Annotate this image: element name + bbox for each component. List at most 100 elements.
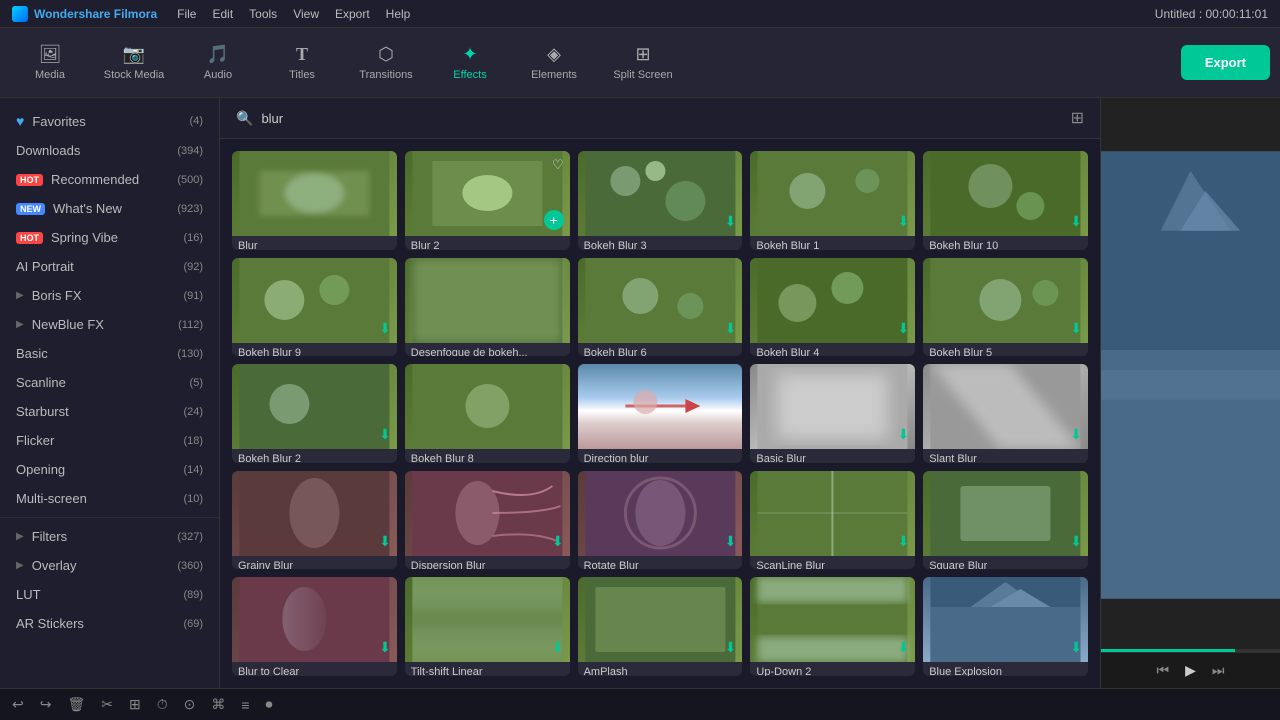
sidebar-item-starburst[interactable]: Starburst (24) bbox=[0, 397, 219, 426]
effect-amplash[interactable]: ⬇ AmPlash bbox=[578, 577, 743, 676]
crop-button[interactable]: ⊞ bbox=[129, 696, 141, 713]
effect-bokeh6[interactable]: ⬇ Bokeh Blur 6 bbox=[578, 258, 743, 357]
menu-export[interactable]: Export bbox=[335, 7, 370, 21]
download-icon-9[interactable]: ⬇ bbox=[897, 426, 909, 443]
sidebar-item-whats-new[interactable]: NEW What's New (923) bbox=[0, 194, 219, 223]
cut-button[interactable]: ✂ bbox=[101, 696, 113, 713]
effect-rotate-blur[interactable]: ⬇ Rotate Blur bbox=[578, 471, 743, 570]
effect-square-name: Square Blur bbox=[923, 556, 1088, 570]
effect-direction-blur[interactable]: Direction blur bbox=[578, 364, 743, 463]
audio-mix-button[interactable]: ≡ bbox=[241, 697, 249, 713]
preview-rewind-button[interactable]: ⏮ bbox=[1157, 662, 1170, 679]
add-icon[interactable]: + bbox=[544, 210, 564, 230]
effect-square-blur[interactable]: ⬇ Square Blur bbox=[923, 471, 1088, 570]
timer-button[interactable]: ⏱ bbox=[157, 696, 168, 713]
nav-transitions[interactable]: ⬡ Transitions bbox=[346, 33, 426, 93]
effect-bokeh10[interactable]: ⬇ Bokeh Blur 10 bbox=[923, 151, 1088, 250]
effect-grainy[interactable]: ⬇ Grainy Blur bbox=[232, 471, 397, 570]
sidebar-item-flicker[interactable]: Flicker (18) bbox=[0, 426, 219, 455]
menu-view[interactable]: View bbox=[293, 7, 319, 21]
sidebar-item-overlay[interactable]: ▶ Overlay (360) bbox=[0, 551, 219, 580]
download-icon-14[interactable]: ⬇ bbox=[897, 533, 909, 550]
record-button[interactable]: ⏺ bbox=[266, 696, 273, 713]
download-icon-2[interactable]: ⬇ bbox=[897, 213, 909, 230]
effect-basic-blur[interactable]: ⬇ Basic Blur bbox=[750, 364, 915, 463]
sidebar-item-recommended[interactable]: HOT Recommended (500) bbox=[0, 165, 219, 194]
download-icon-11[interactable]: ⬇ bbox=[379, 533, 391, 550]
nav-media[interactable]: 🖼 Media bbox=[10, 33, 90, 93]
effect-bokeh4[interactable]: ⬇ Bokeh Blur 4 bbox=[750, 258, 915, 357]
sidebar-item-boris-fx[interactable]: ▶ Boris FX (91) bbox=[0, 281, 219, 310]
effect-bokeh8[interactable]: Bokeh Blur 8 bbox=[405, 364, 570, 463]
effect-bokeh2[interactable]: ⬇ Bokeh Blur 2 bbox=[232, 364, 397, 463]
effect-bokeh1[interactable]: ⬇ Bokeh Blur 1 bbox=[750, 151, 915, 250]
download-icon-12[interactable]: ⬇ bbox=[552, 533, 564, 550]
effect-scanline-blur[interactable]: ⬇ ScanLine Blur bbox=[750, 471, 915, 570]
download-icon[interactable]: ⬇ bbox=[725, 213, 737, 230]
nav-audio[interactable]: 🎵 Audio bbox=[178, 33, 258, 93]
zoom-button[interactable]: ⊙ bbox=[184, 696, 196, 713]
effect-blur2[interactable]: ♡ + Blur 2 bbox=[405, 151, 570, 250]
sidebar-item-newblue-fx[interactable]: ▶ NewBlue FX (112) bbox=[0, 310, 219, 339]
menu-file[interactable]: File bbox=[177, 7, 196, 21]
effect-bokeh3[interactable]: ⬇ Bokeh Blur 3 bbox=[578, 151, 743, 250]
sidebar-item-filters[interactable]: ▶ Filters (327) bbox=[0, 522, 219, 551]
preview-play-button[interactable]: ▶ bbox=[1185, 662, 1196, 679]
sidebar-item-multi-screen[interactable]: Multi-screen (10) bbox=[0, 484, 219, 513]
download-icon-5[interactable]: ⬇ bbox=[725, 320, 737, 337]
delete-button[interactable]: 🗑 bbox=[67, 696, 85, 713]
media-icon: 🖼 bbox=[39, 44, 62, 65]
nav-elements[interactable]: ◈ Elements bbox=[514, 33, 594, 93]
sidebar-item-scanline[interactable]: Scanline (5) bbox=[0, 368, 219, 397]
download-icon-20[interactable]: ⬇ bbox=[1070, 639, 1082, 656]
download-icon-16[interactable]: ⬇ bbox=[379, 639, 391, 656]
menu-edit[interactable]: Edit bbox=[212, 7, 233, 21]
nav-stock[interactable]: 📷 Stock Media bbox=[94, 33, 174, 93]
export-button[interactable]: Export bbox=[1181, 45, 1270, 80]
nav-split[interactable]: ⊞ Split Screen bbox=[598, 33, 688, 93]
effect-desenfoque[interactable]: Desenfoque de bokeh... bbox=[405, 258, 570, 357]
sidebar-item-downloads[interactable]: Downloads (394) bbox=[0, 136, 219, 165]
search-input[interactable] bbox=[261, 111, 1062, 126]
nav-titles[interactable]: T Titles bbox=[262, 33, 342, 93]
download-icon-6[interactable]: ⬇ bbox=[897, 320, 909, 337]
effect-blur-clear[interactable]: ⬇ Blur to Clear bbox=[232, 577, 397, 676]
sidebar-item-lut[interactable]: LUT (89) bbox=[0, 580, 219, 609]
effect-slant-blur[interactable]: ⬇ Slant Blur bbox=[923, 364, 1088, 463]
download-icon-8[interactable]: ⬇ bbox=[379, 426, 391, 443]
sidebar-item-ai-portrait[interactable]: AI Portrait (92) bbox=[0, 252, 219, 281]
sidebar-item-favorites[interactable]: ♥ Favorites (4) bbox=[0, 106, 219, 136]
effect-blur-clear-thumb: ⬇ bbox=[232, 577, 397, 662]
redo-button[interactable]: ↪ bbox=[40, 696, 52, 713]
effect-tiltshift[interactable]: ⬇ Tilt-shift Linear bbox=[405, 577, 570, 676]
grid-toggle-button[interactable]: ⊞ bbox=[1071, 108, 1084, 128]
effect-bokeh5[interactable]: ⬇ Bokeh Blur 5 bbox=[923, 258, 1088, 357]
sidebar-item-spring-vibe[interactable]: HOT Spring Vibe (16) bbox=[0, 223, 219, 252]
download-icon-10[interactable]: ⬇ bbox=[1070, 426, 1082, 443]
effect-bokeh9[interactable]: ⬇ Bokeh Blur 9 bbox=[232, 258, 397, 357]
nav-bar: 🖼 Media 📷 Stock Media 🎵 Audio T Titles ⬡… bbox=[0, 28, 1280, 98]
download-icon-19[interactable]: ⬇ bbox=[897, 639, 909, 656]
download-icon-18[interactable]: ⬇ bbox=[725, 639, 737, 656]
preview-fast-forward-button[interactable]: ⏭ bbox=[1212, 662, 1225, 679]
effect-updown2[interactable]: ⬇ Up-Down 2 bbox=[750, 577, 915, 676]
download-icon-3[interactable]: ⬇ bbox=[1070, 213, 1082, 230]
sidebar-whats-new-label: What's New bbox=[53, 201, 122, 216]
menu-help[interactable]: Help bbox=[386, 7, 411, 21]
download-icon-17[interactable]: ⬇ bbox=[552, 639, 564, 656]
effect-blur[interactable]: Blur bbox=[232, 151, 397, 250]
sidebar-item-opening[interactable]: Opening (14) bbox=[0, 455, 219, 484]
download-icon-15[interactable]: ⬇ bbox=[1070, 533, 1082, 550]
nav-effects[interactable]: ✦ Effects bbox=[430, 33, 510, 93]
menu-tools[interactable]: Tools bbox=[249, 7, 277, 21]
sidebar-item-ar-stickers[interactable]: AR Stickers (69) bbox=[0, 609, 219, 638]
download-icon-13[interactable]: ⬇ bbox=[725, 533, 737, 550]
undo-button[interactable]: ↩ bbox=[12, 696, 24, 713]
heart-icon[interactable]: ♡ bbox=[552, 157, 564, 173]
effect-blue-explosion[interactable]: ⬇ Blue Explosion bbox=[923, 577, 1088, 676]
download-icon-4[interactable]: ⬇ bbox=[379, 320, 391, 337]
download-icon-7[interactable]: ⬇ bbox=[1070, 320, 1082, 337]
effect-dispersion[interactable]: ⬇ Dispersion Blur bbox=[405, 471, 570, 570]
sidebar-item-basic[interactable]: Basic (130) bbox=[0, 339, 219, 368]
settings-button[interactable]: ⌘ bbox=[211, 696, 225, 713]
